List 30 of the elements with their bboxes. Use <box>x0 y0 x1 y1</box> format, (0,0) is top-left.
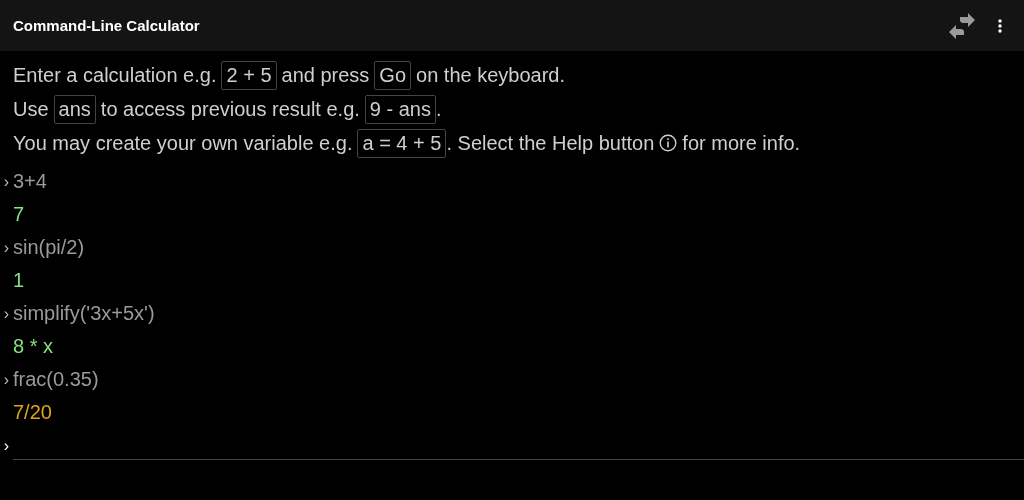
result-value: 7 <box>13 203 25 226</box>
instruction-text: You may create your own variable e.g. <box>13 131 353 155</box>
input-expression: frac(0.35) <box>13 368 99 391</box>
instruction-text: to access previous result e.g. <box>100 97 360 121</box>
prompt-mark: › <box>2 436 11 455</box>
code-example: 2 + 5 <box>221 60 277 90</box>
code-example: 9 - ans <box>364 94 436 124</box>
instruction-text: . Select the Help button <box>446 131 655 155</box>
prompt-mark: › <box>2 238 11 257</box>
instruction-text: Use <box>13 97 49 121</box>
input-expression: 3+4 <box>13 170 47 193</box>
result-value: 7/20 <box>13 401 52 424</box>
code-example: ans <box>53 94 96 124</box>
more-options-icon[interactable] <box>998 18 1002 33</box>
input-expression: simplify('3x+5x') <box>13 302 155 325</box>
instruction-text: . <box>436 97 442 121</box>
instruction-text: for more info. <box>682 131 801 155</box>
info-icon <box>659 134 678 152</box>
app-title: Command-Line Calculator <box>13 17 201 34</box>
result-value: 1 <box>13 269 25 292</box>
prompt-mark: › <box>2 172 11 191</box>
instruction-text: Enter a calculation e.g. <box>13 63 217 87</box>
prompt-mark: › <box>2 304 11 323</box>
instruction-text: on the keyboard. <box>416 63 566 87</box>
result-value: 8 * x <box>13 335 54 358</box>
instruction-text: and press <box>281 63 370 87</box>
code-example: Go <box>374 60 412 90</box>
prompt-mark: › <box>2 370 11 389</box>
input-expression: sin(pi/2) <box>13 236 85 259</box>
code-example: a = 4 + 5 <box>357 128 447 158</box>
